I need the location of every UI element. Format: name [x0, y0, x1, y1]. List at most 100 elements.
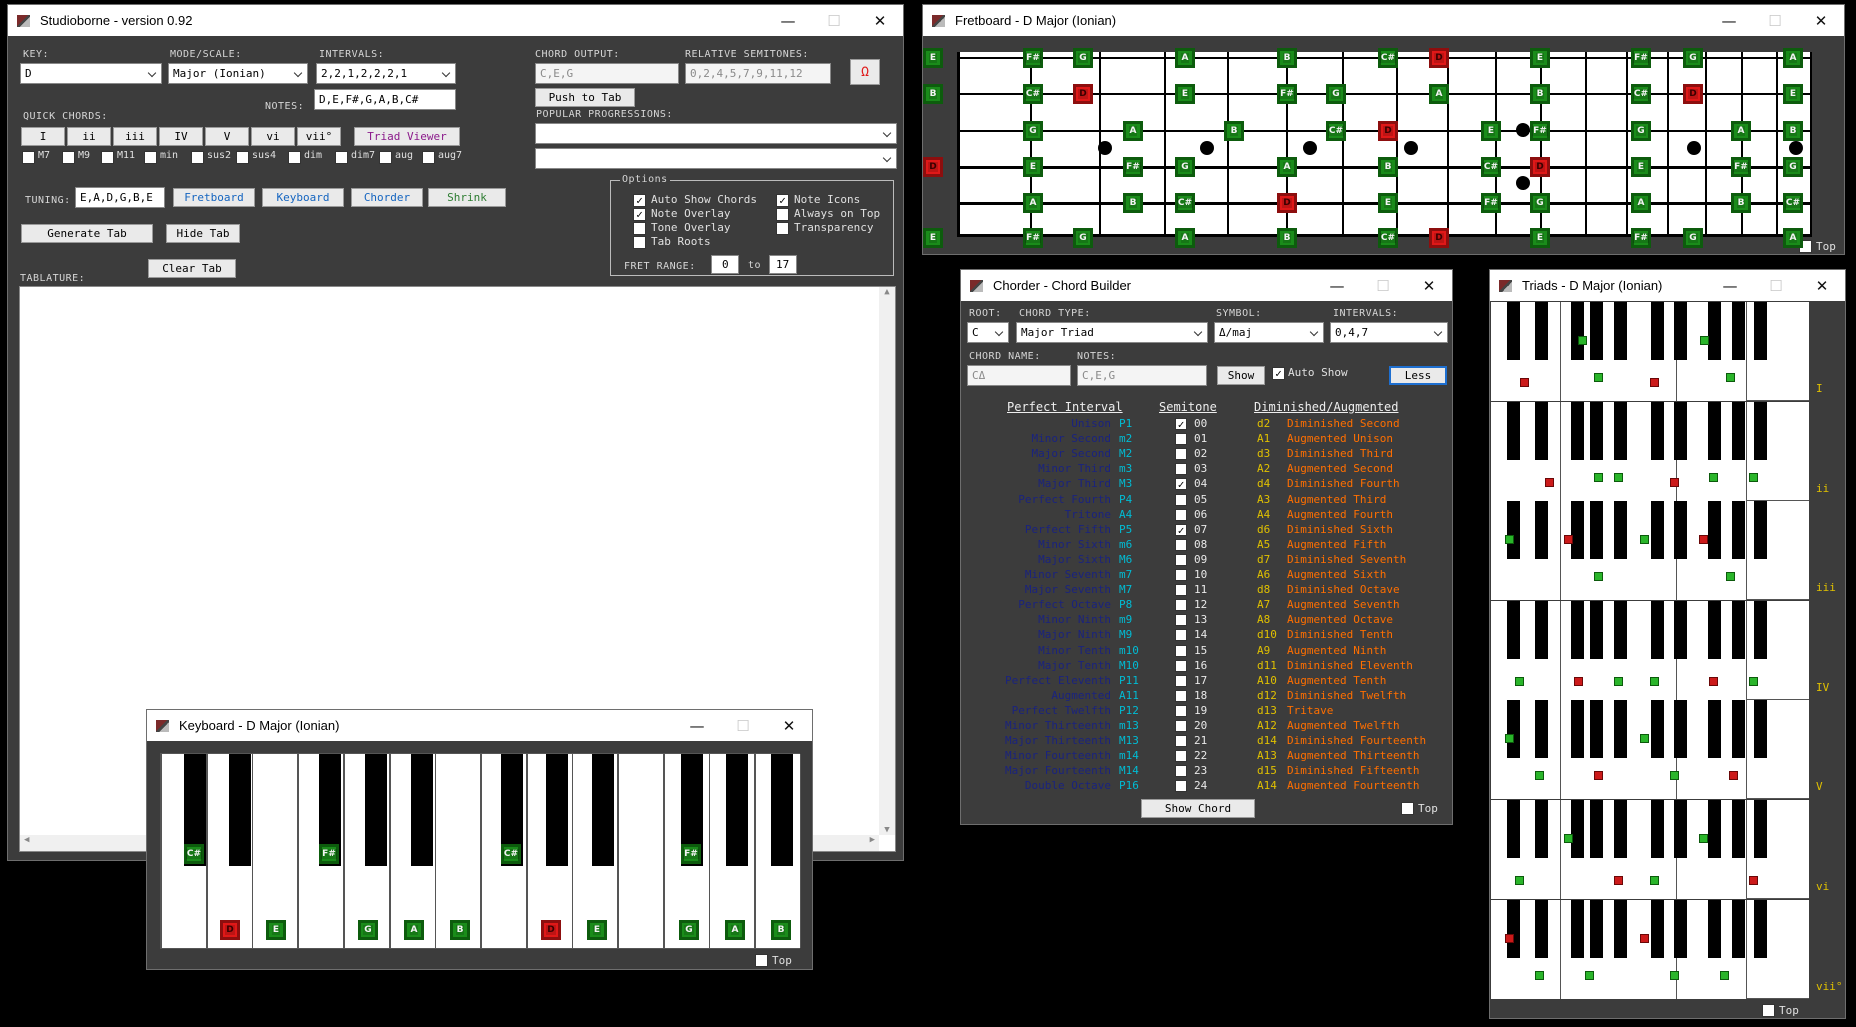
key-select[interactable]: D — [20, 63, 162, 84]
black-key[interactable] — [1590, 800, 1603, 858]
push-to-tab-button[interactable]: Push to Tab — [535, 88, 635, 107]
black-key[interactable] — [1674, 700, 1687, 759]
black-key[interactable] — [1754, 899, 1767, 958]
fretboard-note[interactable]: C# — [1783, 193, 1803, 213]
black-key[interactable] — [1754, 401, 1767, 460]
black-key[interactable] — [1674, 302, 1687, 360]
fretboard-note[interactable]: G — [1023, 121, 1043, 141]
black-key[interactable] — [1732, 302, 1745, 360]
option-checkbox[interactable] — [776, 208, 789, 221]
semitone-checkbox[interactable] — [1175, 689, 1187, 702]
fretboard-note[interactable]: D — [1683, 84, 1703, 104]
fretboard-note[interactable]: G — [1683, 48, 1703, 68]
black-key[interactable] — [1571, 899, 1584, 958]
fretboard-note[interactable]: D — [1073, 84, 1093, 104]
black-key[interactable] — [771, 754, 793, 866]
chord-name-field[interactable]: CΔ — [967, 365, 1071, 386]
fretboard-note[interactable]: E — [1530, 48, 1550, 68]
minimize-icon[interactable]: — — [765, 5, 811, 36]
maximize-icon[interactable]: ☐ — [720, 710, 766, 741]
modifier-checkbox[interactable] — [144, 151, 157, 164]
maximize-icon[interactable]: ☐ — [1752, 5, 1798, 36]
progression-select-2[interactable] — [535, 148, 897, 169]
semitone-checkbox[interactable] — [1175, 614, 1187, 627]
fretboard-button[interactable]: Fretboard — [173, 188, 255, 207]
black-key[interactable] — [1614, 302, 1627, 360]
black-key[interactable] — [1674, 401, 1687, 460]
black-key[interactable] — [1732, 401, 1745, 460]
chord-notes-field[interactable]: C,E,G — [1077, 365, 1207, 386]
black-key[interactable] — [1674, 800, 1687, 858]
fretboard-note[interactable]: B — [1530, 84, 1550, 104]
black-key[interactable] — [1571, 501, 1584, 560]
fretboard-note[interactable]: B — [1123, 193, 1143, 213]
black-key[interactable] — [1708, 800, 1721, 858]
close-icon[interactable]: ✕ — [1798, 5, 1844, 36]
black-key[interactable] — [1535, 899, 1548, 958]
black-key[interactable] — [1535, 401, 1548, 460]
quick-chord-button[interactable]: IV — [159, 127, 203, 146]
hide-tab-button[interactable]: Hide Tab — [166, 224, 240, 243]
semitone-checkbox[interactable] — [1175, 750, 1187, 763]
black-key[interactable] — [1507, 302, 1520, 360]
option-checkbox[interactable] — [633, 222, 646, 235]
semitone-checkbox[interactable] — [1175, 765, 1187, 778]
black-key[interactable] — [1590, 501, 1603, 560]
black-key[interactable] — [1708, 401, 1721, 460]
piano-note[interactable]: C# — [184, 844, 204, 864]
black-key[interactable] — [726, 754, 748, 866]
keyboard-titlebar[interactable]: Keyboard - D Major (Ionian) — ☐ ✕ — [147, 710, 812, 741]
semitone-checkbox[interactable] — [1175, 780, 1187, 793]
piano-note[interactable]: E — [587, 920, 607, 940]
intervals-select[interactable]: 2,2,1,2,2,2,1 — [316, 63, 456, 84]
fretboard-note[interactable]: G — [1326, 84, 1346, 104]
semitone-checkbox[interactable] — [1175, 584, 1187, 597]
semitone-checkbox[interactable] — [1175, 569, 1187, 581]
fretboard-note[interactable]: C# — [1481, 157, 1501, 177]
piano-note[interactable]: G — [679, 920, 699, 940]
black-key[interactable] — [1535, 700, 1548, 759]
close-icon[interactable]: ✕ — [1799, 270, 1845, 301]
close-icon[interactable]: ✕ — [1406, 270, 1452, 301]
main-titlebar[interactable]: Studioborne - version 0.92 — ☐ ✕ — [8, 5, 903, 36]
auto-show-checkbox[interactable]: ✓ — [1272, 367, 1285, 380]
fretboard-note[interactable]: C# — [1378, 48, 1398, 68]
modifier-checkbox[interactable] — [422, 151, 435, 164]
vertical-scrollbar[interactable]: ▲ ▼ — [879, 287, 895, 835]
option-checkbox[interactable]: ✓ — [776, 194, 789, 207]
semitone-checkbox[interactable] — [1175, 463, 1187, 476]
modifier-checkbox[interactable] — [379, 151, 392, 164]
semitone-checkbox[interactable] — [1175, 629, 1187, 642]
black-key[interactable] — [1571, 302, 1584, 360]
white-key[interactable] — [252, 754, 298, 948]
piano-note[interactable]: G — [358, 920, 378, 940]
fretboard-note[interactable]: F# — [1277, 84, 1297, 104]
black-key[interactable] — [1571, 700, 1584, 759]
black-key[interactable] — [1507, 700, 1520, 759]
black-key[interactable] — [1571, 401, 1584, 460]
keyboard-button[interactable]: Keyboard — [262, 188, 344, 207]
chorder-titlebar[interactable]: Chorder - Chord Builder — ☐ ✕ — [961, 270, 1452, 301]
fretboard-note[interactable]: A — [1277, 157, 1297, 177]
semitone-checkbox[interactable]: ✓ — [1175, 478, 1187, 491]
option-checkbox[interactable]: ✓ — [633, 194, 646, 207]
black-key[interactable] — [1614, 600, 1627, 659]
top-checkbox[interactable] — [1762, 1004, 1775, 1017]
fretboard-note[interactable]: B — [1277, 228, 1297, 248]
maximize-icon[interactable]: ☐ — [811, 5, 857, 36]
semitone-checkbox[interactable] — [1175, 538, 1187, 551]
fretboard-note[interactable]: E — [1783, 84, 1803, 104]
minimize-icon[interactable]: — — [1706, 5, 1752, 36]
fretboard-note[interactable]: G — [1631, 121, 1651, 141]
black-key[interactable] — [1732, 899, 1745, 958]
fretboard-titlebar[interactable]: Fretboard - D Major (Ionian) — ☐ ✕ — [923, 5, 1844, 36]
semitone-checkbox[interactable] — [1175, 553, 1187, 566]
fretboard-note[interactable]: F# — [1481, 193, 1501, 213]
black-key[interactable] — [1651, 600, 1664, 659]
black-key[interactable] — [546, 754, 568, 866]
semitone-checkbox[interactable] — [1175, 659, 1187, 672]
fretboard-note[interactable]: A — [1631, 193, 1651, 213]
piano-note[interactable]: E — [266, 920, 286, 940]
black-key[interactable] — [1590, 899, 1603, 958]
top-checkbox[interactable] — [1401, 802, 1414, 815]
